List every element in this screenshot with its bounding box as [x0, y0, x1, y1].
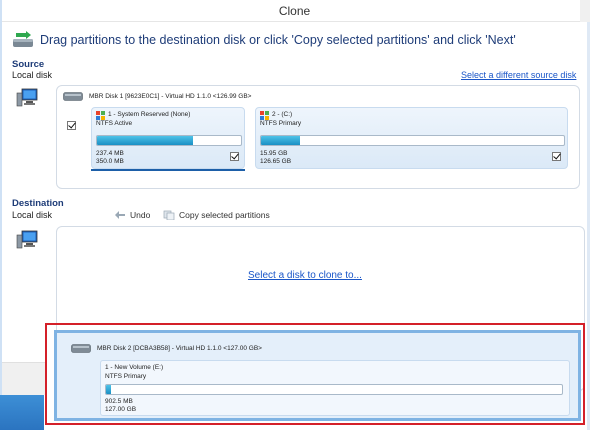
- copy-icon: [163, 210, 175, 220]
- partition-card-system-reserved[interactable]: 1 - System Reserved (None) NTFS Active 2…: [91, 107, 245, 169]
- destination-title: Destination: [12, 198, 64, 209]
- partition-type: NTFS Primary: [260, 120, 302, 127]
- partition-total-size: 127.00 GB: [105, 406, 137, 413]
- title-bar: Clone: [2, 0, 587, 22]
- source-disk-panel[interactable]: MBR Disk 1 [9623E0C1] - Virtual HD 1.1.0…: [56, 85, 580, 189]
- footer-bar: [2, 362, 46, 395]
- partition-card-c-drive[interactable]: 2 - (C:) NTFS Primary 15.95 GB 126.65 GB: [255, 107, 568, 169]
- computer-icon: [16, 88, 38, 107]
- windows-logo-icon: [96, 111, 105, 120]
- partition-usage-fill: [106, 385, 111, 394]
- partition-usage-bar: [105, 384, 563, 395]
- partition-used-size: 237.4 MB: [96, 150, 124, 157]
- select-clone-target-link[interactable]: Select a disk to clone to...: [248, 270, 362, 281]
- partition-type: NTFS Primary: [105, 373, 147, 380]
- source-subtitle: Local disk: [12, 70, 53, 80]
- hard-disk-icon: [63, 92, 83, 101]
- partition-used-size: 15.95 GB: [260, 150, 288, 157]
- title-bar-edge: [580, 0, 590, 22]
- destination-disk-label: MBR Disk 2 [DCBA3B58] - Virtual HD 1.1.0…: [97, 345, 262, 352]
- copy-selected-partitions-label: Copy selected partitions: [179, 210, 270, 220]
- destination-disk-header: MBR Disk 2 [DCBA3B58] - Virtual HD 1.1.0…: [71, 344, 262, 353]
- hard-disk-icon: [71, 344, 91, 353]
- selected-partition-indicator: [91, 169, 245, 171]
- destination-partition-card[interactable]: 1 - New Volume (E:) NTFS Primary 902.5 M…: [100, 360, 570, 416]
- computer-icon: [16, 230, 38, 249]
- window-title: Clone: [278, 4, 311, 18]
- partition-name: 2 - (C:): [272, 111, 293, 118]
- partition-checkbox[interactable]: [230, 152, 239, 161]
- partition-type: NTFS Active: [96, 120, 133, 127]
- partition-checkbox[interactable]: [552, 152, 561, 161]
- instruction-text: Drag partitions to the destination disk …: [40, 33, 516, 47]
- partition-usage-bar: [96, 135, 242, 146]
- source-title: Source: [12, 59, 45, 70]
- instruction-header: Drag partitions to the destination disk …: [12, 30, 516, 50]
- partition-total-size: 126.65 GB: [260, 158, 292, 165]
- undo-button[interactable]: Undo: [114, 210, 150, 220]
- windows-logo-icon: [260, 111, 269, 120]
- source-disk-header: MBR Disk 1 [9623E0C1] - Virtual HD 1.1.0…: [63, 92, 251, 101]
- partition-usage-bar: [260, 135, 565, 146]
- undo-label: Undo: [130, 210, 151, 220]
- select-disk-checkbox[interactable]: [67, 121, 76, 130]
- partition-name: 1 - System Reserved (None): [108, 111, 191, 118]
- source-disk-label: MBR Disk 1 [9623E0C1] - Virtual HD 1.1.0…: [89, 93, 252, 100]
- partition-usage-fill: [97, 136, 194, 145]
- partition-usage-fill: [261, 136, 301, 145]
- undo-icon: [115, 211, 125, 219]
- partition-name: 1 - New Volume (E:): [105, 364, 164, 371]
- clone-disk-icon: [13, 31, 33, 47]
- window-border: [0, 0, 2, 395]
- destination-subtitle: Local disk: [12, 210, 53, 220]
- partition-total-size: 350.0 MB: [96, 158, 124, 165]
- select-source-disk-link[interactable]: Select a different source disk: [461, 70, 576, 80]
- destination-disk-card[interactable]: MBR Disk 2 [DCBA3B58] - Virtual HD 1.1.0…: [54, 330, 581, 421]
- partition-used-size: 902.5 MB: [105, 398, 133, 405]
- desktop-background: [0, 395, 44, 430]
- copy-selected-partitions-button[interactable]: Copy selected partitions: [163, 210, 270, 220]
